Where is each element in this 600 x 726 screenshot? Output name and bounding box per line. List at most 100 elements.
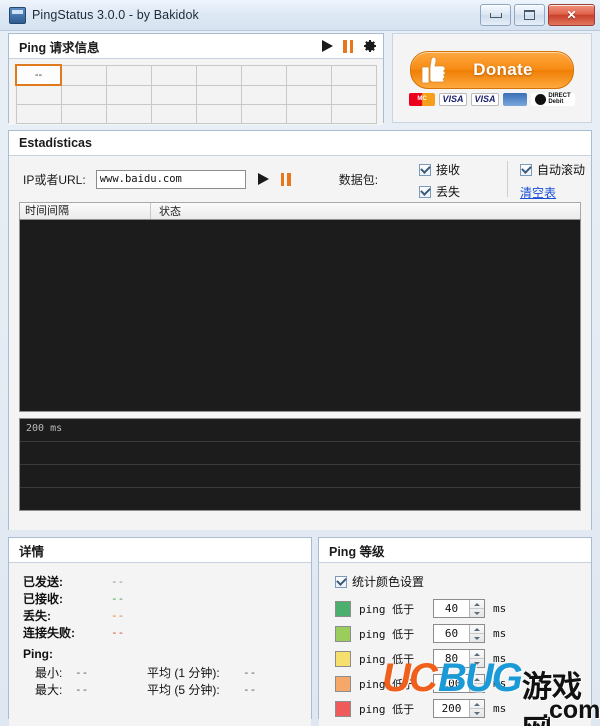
spinner-down-icon[interactable] xyxy=(470,684,484,692)
threshold-input-3[interactable]: 80 xyxy=(433,649,485,668)
clear-table-link[interactable]: 清空表 xyxy=(520,184,585,201)
spinner-arrows[interactable] xyxy=(469,650,484,667)
checkbox-lost[interactable]: 丢失 xyxy=(419,183,460,200)
spinner-arrows[interactable] xyxy=(469,700,484,717)
start-ping-button[interactable] xyxy=(257,173,269,185)
color-swatch-4[interactable] xyxy=(335,675,351,692)
grid-cell[interactable] xyxy=(150,84,197,105)
grid-cell[interactable] xyxy=(15,104,62,124)
spinner-up-icon[interactable] xyxy=(470,700,484,709)
color-swatch-2[interactable] xyxy=(335,625,351,642)
threshold-value-3: 80 xyxy=(444,652,459,665)
donate-area: Donate MC VISA VISA DIRECT Debit xyxy=(392,33,592,123)
bank-card-icon xyxy=(503,92,527,106)
grid-cell[interactable] xyxy=(330,104,378,124)
threshold-input-4[interactable]: 100 xyxy=(433,674,485,693)
grid-cell[interactable] xyxy=(15,84,62,105)
spinner-up-icon[interactable] xyxy=(470,675,484,684)
grid-cell[interactable] xyxy=(285,84,332,105)
ping-level-row-2: ping 低于 60 ms xyxy=(319,621,591,646)
grid-cell[interactable] xyxy=(240,64,287,86)
detail-row-sent: 已发送: -- xyxy=(9,573,311,590)
threshold-value-5: 200 xyxy=(441,702,462,715)
color-swatch-3[interactable] xyxy=(335,650,351,667)
grid-cell[interactable] xyxy=(285,64,332,86)
url-input[interactable] xyxy=(95,169,246,189)
grid-cell[interactable] xyxy=(240,84,287,105)
threshold-input-2[interactable]: 60 xyxy=(433,624,485,643)
spinner-up-icon[interactable] xyxy=(470,600,484,609)
ping-levels-panel: Ping 等级 统计颜色设置 ping 低于 40 ms ping 低于 60 … xyxy=(318,537,592,726)
pause-button[interactable] xyxy=(343,39,353,53)
grid-cell[interactable] xyxy=(105,64,152,86)
maximize-button[interactable] xyxy=(514,4,545,26)
donate-label: Donate xyxy=(473,59,533,79)
table-row xyxy=(15,84,378,105)
detail-label-lost: 丢失: xyxy=(23,609,51,623)
checkbox-received[interactable]: 接收 xyxy=(419,161,460,178)
log-table-body[interactable] xyxy=(19,219,581,412)
checkbox-autoscroll[interactable]: 自动滚动 xyxy=(520,161,585,178)
grid-cell[interactable] xyxy=(60,84,107,105)
play-button[interactable] xyxy=(322,40,333,52)
checkbox-color-settings[interactable]: 统计颜色设置 xyxy=(335,573,591,590)
grid-cell[interactable] xyxy=(195,104,242,124)
color-swatch-5[interactable] xyxy=(335,700,351,717)
spinner-down-icon[interactable] xyxy=(470,634,484,642)
application-window: PingStatus 3.0.0 - by Bakidok ✕ Ping 请求信… xyxy=(0,0,600,726)
ping-level-row-1: ping 低于 40 ms xyxy=(319,596,591,621)
donate-button[interactable]: Donate xyxy=(410,50,574,89)
statistics-panel: Estadísticas IP或者URL: 数据包: 接收 xyxy=(8,130,592,530)
spinner-arrows[interactable] xyxy=(469,675,484,692)
spinner-down-icon[interactable] xyxy=(470,659,484,667)
ping-level-text-4: ping 低于 xyxy=(359,677,415,691)
latency-graph[interactable]: 200 ms xyxy=(19,418,581,511)
close-button[interactable]: ✕ xyxy=(548,4,595,26)
ping-max-value: -- xyxy=(75,683,89,696)
spinner-down-icon[interactable] xyxy=(470,609,484,617)
detail-label-failed: 连接失败: xyxy=(23,626,75,640)
ping-section-label: Ping: xyxy=(23,647,53,661)
graph-axis-label: 200 ms xyxy=(26,423,63,434)
unit-label-3: ms xyxy=(493,652,507,665)
pause-ping-button[interactable] xyxy=(280,172,291,186)
thumbs-up-icon xyxy=(421,56,446,83)
ping-max-label: 最大: xyxy=(35,683,63,697)
threshold-input-5[interactable]: 200 xyxy=(433,699,485,718)
color-swatch-1[interactable] xyxy=(335,600,351,617)
grid-cell[interactable] xyxy=(195,64,242,86)
grid-cell[interactable] xyxy=(240,104,287,124)
grid-cell[interactable] xyxy=(105,104,152,124)
spinner-down-icon[interactable] xyxy=(470,709,484,717)
statistics-header: Estadísticas xyxy=(9,131,591,156)
threshold-input-1[interactable]: 40 xyxy=(433,599,485,618)
grid-cell[interactable] xyxy=(60,64,107,86)
ping-level-row-5: ping 低于 200 ms xyxy=(319,696,591,721)
grid-cell[interactable] xyxy=(150,104,197,124)
detail-value-sent: -- xyxy=(111,575,125,588)
grid-cell[interactable] xyxy=(330,64,378,86)
detail-label-received: 已接收: xyxy=(23,592,63,606)
grid-cell[interactable] xyxy=(60,104,107,124)
grid-cell[interactable] xyxy=(195,84,242,105)
spinner-up-icon[interactable] xyxy=(470,650,484,659)
minimize-button[interactable] xyxy=(480,4,511,26)
threshold-value-2: 60 xyxy=(444,627,459,640)
ping-min-label: 最小: xyxy=(35,666,63,680)
grid-cell-selected[interactable]: -- xyxy=(14,64,63,86)
checkbox-lost-label: 丢失 xyxy=(436,185,461,199)
grid-cell[interactable] xyxy=(285,104,332,124)
unit-label-5: ms xyxy=(493,702,507,715)
pause-icon xyxy=(280,172,291,186)
spinner-arrows[interactable] xyxy=(469,625,484,642)
grid-cell[interactable] xyxy=(330,84,378,105)
spinner-up-icon[interactable] xyxy=(470,625,484,634)
settings-button[interactable] xyxy=(363,39,377,53)
ping-level-row-4: ping 低于 100 ms xyxy=(319,671,591,696)
grid-cell[interactable] xyxy=(105,84,152,105)
grid-cell[interactable] xyxy=(150,64,197,86)
visa-icon: VISA xyxy=(439,92,467,106)
statistics-title: Estadísticas xyxy=(19,136,92,150)
spinner-arrows[interactable] xyxy=(469,600,484,617)
ping-request-title: Ping 请求信息 xyxy=(19,40,100,55)
